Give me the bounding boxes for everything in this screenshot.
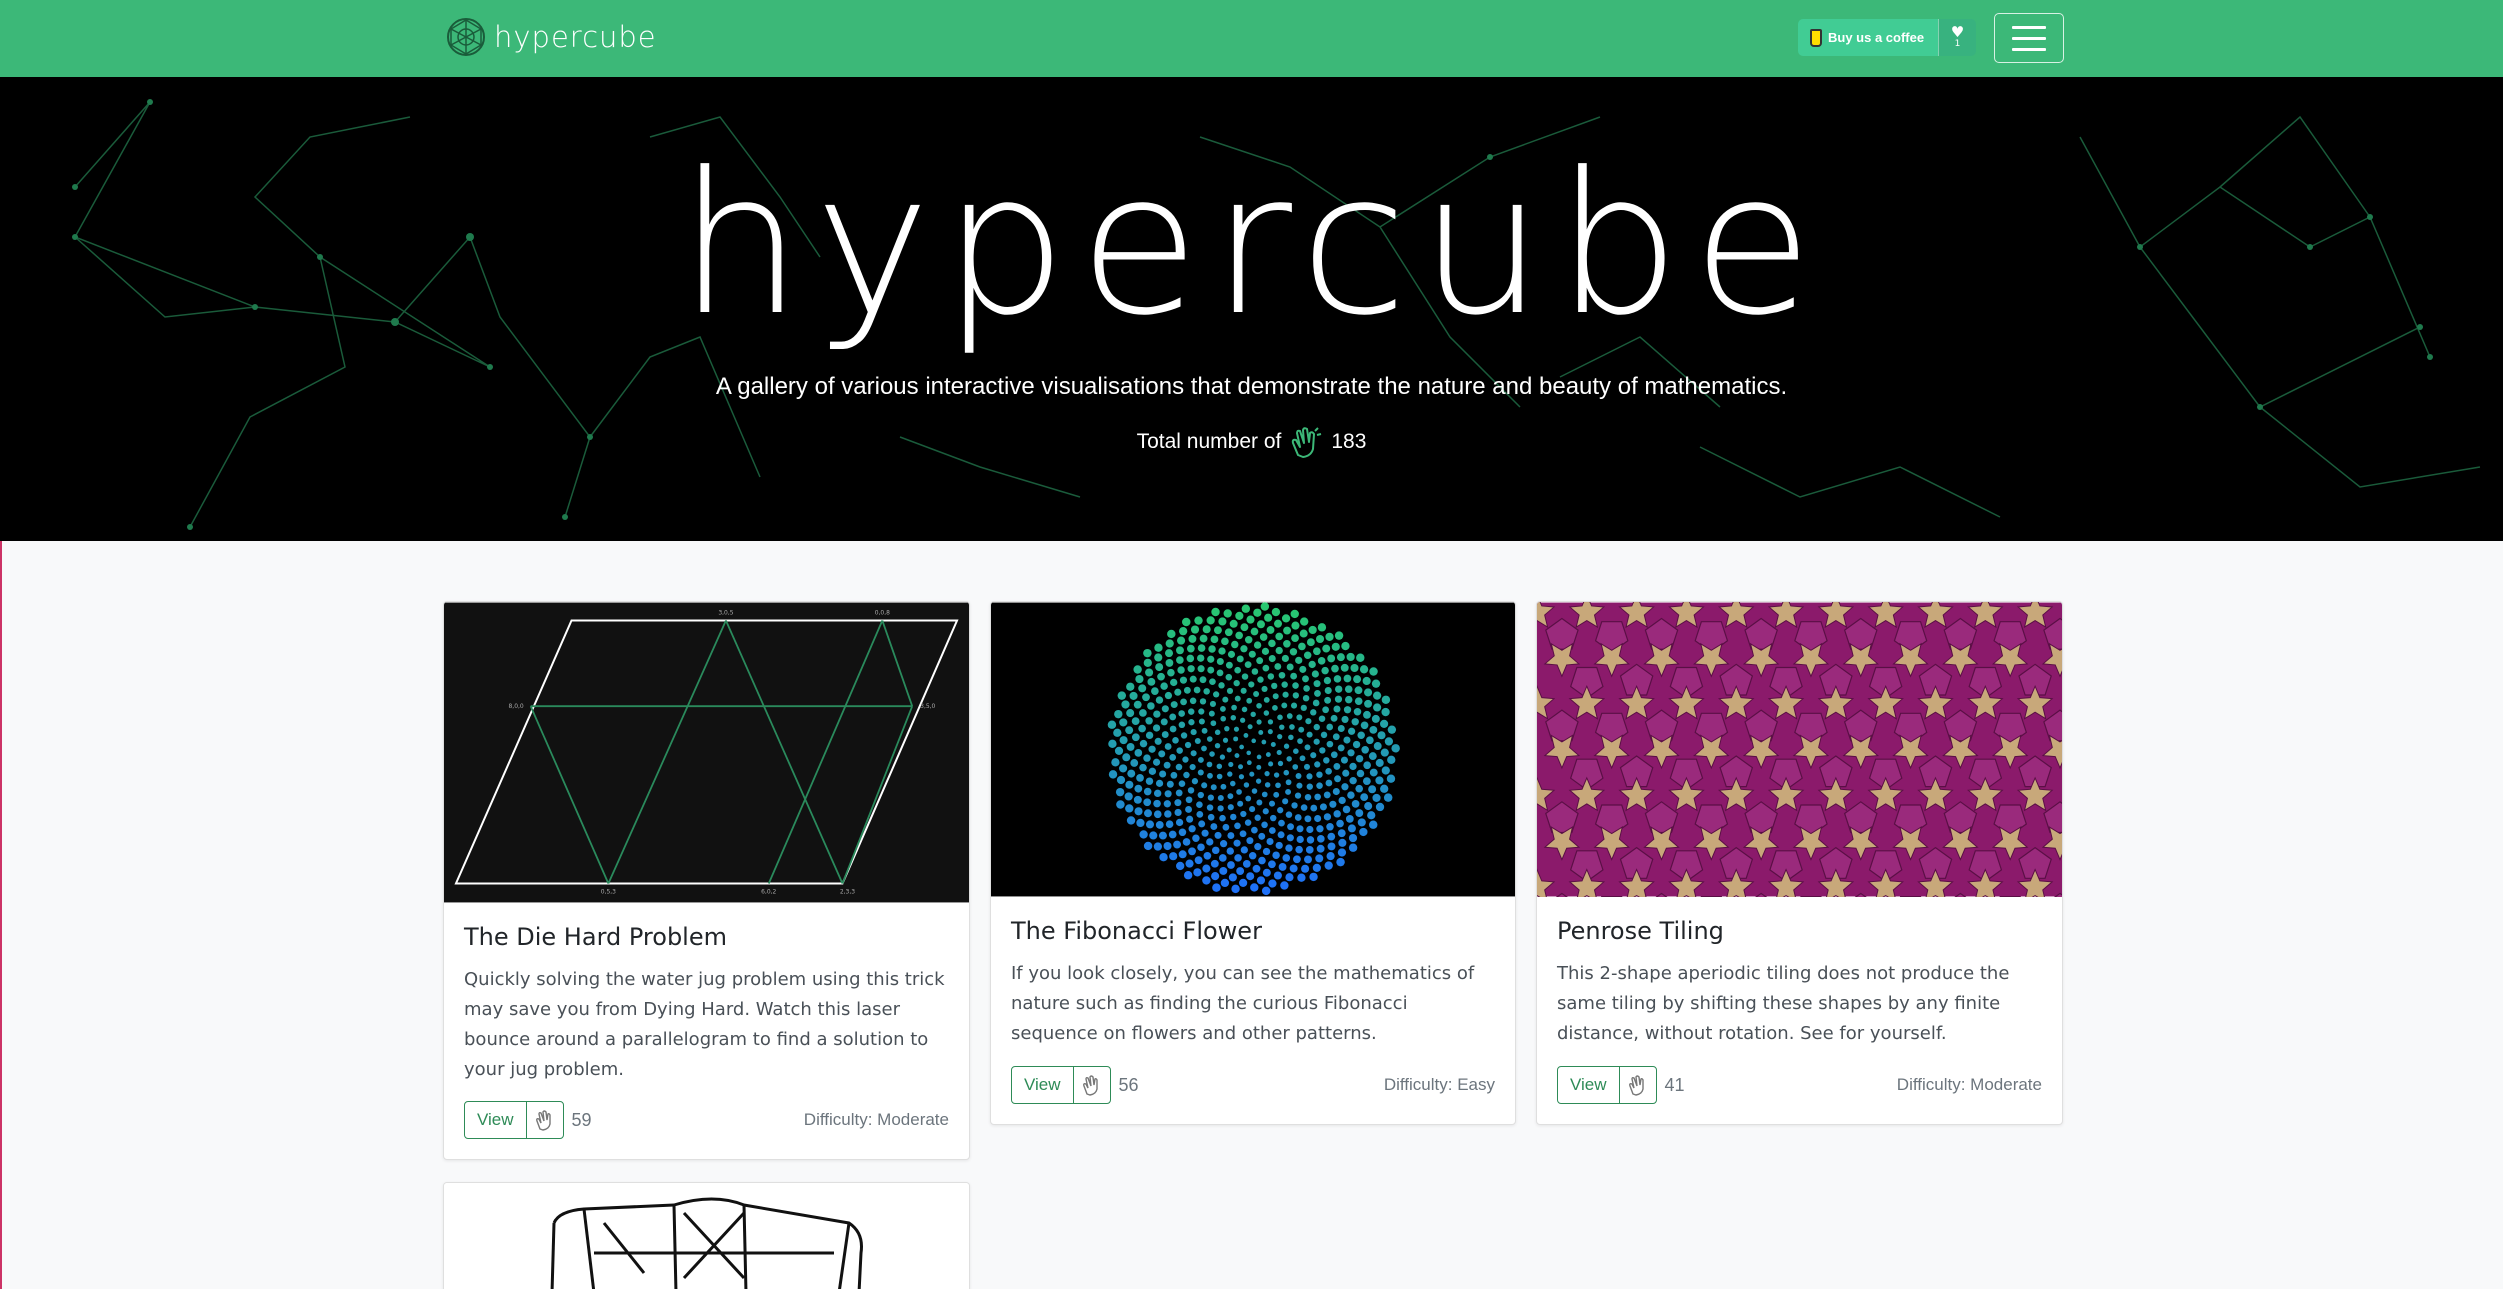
- svg-text:0,0,8: 0,0,8: [875, 610, 890, 617]
- clap-button[interactable]: [1620, 1067, 1656, 1103]
- clap-button[interactable]: [527, 1102, 563, 1138]
- view-button[interactable]: View: [465, 1102, 527, 1138]
- card-fibonacci-flower: The Fibonacci Flower If you look closely…: [990, 601, 1516, 1125]
- clap-icon: [1628, 1075, 1644, 1096]
- card-title: The Fibonacci Flower: [1011, 917, 1262, 945]
- brand-name: hypercube: [494, 20, 657, 54]
- view-button[interactable]: View: [1012, 1067, 1074, 1103]
- hero-banner: hypercube A gallery of various interacti…: [0, 77, 2503, 541]
- die-hard-thumbnail: 3,0,5 0,0,8 8,0,0 3,5,0 0,5,3 6,0,2 2,3,…: [444, 602, 969, 903]
- card-description: This 2-shape aperiodic tiling does not p…: [1557, 963, 2010, 1044]
- hamburger-icon-bar: [2012, 25, 2046, 29]
- svg-text:0,5,3: 0,5,3: [601, 888, 616, 895]
- clap-count: 41: [1664, 1074, 1685, 1095]
- penrose-tiling-thumbnail: [1537, 602, 2062, 897]
- heart-icon: ♥: [1950, 22, 1965, 41]
- hypercube-logo-icon: [447, 18, 485, 56]
- total-claps: Total number of 183: [0, 425, 2503, 459]
- card-description: Quickly solving the water jug problem us…: [464, 969, 945, 1080]
- fibonacci-flower-thumbnail: [991, 602, 1515, 897]
- card-description: If you look closely, you can see the mat…: [1011, 963, 1475, 1044]
- total-claps-value: 183: [1331, 430, 1367, 453]
- clap-icon: [1082, 1075, 1098, 1096]
- buy-coffee-button[interactable]: Buy us a coffee: [1798, 19, 1938, 56]
- card-footer: View 41 Difficulty: Moderate: [1557, 1066, 2042, 1104]
- card-action-group: View: [464, 1101, 564, 1139]
- clap-count: 56: [1118, 1074, 1139, 1095]
- svg-text:3,0,5: 3,0,5: [718, 610, 733, 617]
- hamburger-icon-bar: [2012, 36, 2046, 40]
- hero-subtitle: A gallery of various interactive visuali…: [715, 373, 1788, 400]
- card-footer: View 56 Difficulty: Easy: [1011, 1066, 1495, 1104]
- card-penrose-tiling: Penrose Tiling This 2-shape aperiodic ti…: [1536, 601, 2063, 1125]
- card-action-group: View: [1557, 1066, 1657, 1104]
- buy-coffee-widget[interactable]: Buy us a coffee ♥ 1: [1798, 19, 1976, 56]
- view-button[interactable]: View: [1558, 1067, 1620, 1103]
- clap-button[interactable]: [1074, 1067, 1110, 1103]
- total-claps-label: Total number of: [1136, 430, 1282, 453]
- clap-icon: [535, 1110, 551, 1131]
- coffee-heart-button[interactable]: ♥ 1: [1938, 19, 1976, 56]
- navbar: hypercube Buy us a coffee ♥ 1: [0, 0, 2503, 77]
- card-title: The Die Hard Problem: [464, 923, 727, 951]
- hamburger-icon-bar: [2012, 47, 2046, 51]
- svg-text:6,0,2: 6,0,2: [761, 888, 776, 895]
- clap-icon: [1292, 427, 1322, 458]
- coffee-heart-count: 1: [1954, 38, 1961, 49]
- card-hypercube-sketch: [443, 1182, 970, 1289]
- cube-sketch-thumbnail: [444, 1183, 969, 1289]
- buy-coffee-label: Buy us a coffee: [1828, 30, 1925, 45]
- card-footer: View 59 Difficulty: Moderate: [464, 1101, 949, 1139]
- clap-count: 59: [571, 1109, 592, 1130]
- coffee-cup-icon: [1810, 28, 1822, 47]
- card-title: Penrose Tiling: [1557, 917, 1724, 945]
- hero-title: hypercube: [678, 131, 1825, 359]
- brand-link[interactable]: hypercube: [446, 16, 657, 58]
- difficulty-label: Difficulty: Easy: [1383, 1075, 1495, 1094]
- difficulty-label: Difficulty: Moderate: [1896, 1075, 2042, 1094]
- svg-text:8,0,0: 8,0,0: [509, 703, 524, 710]
- difficulty-label: Difficulty: Moderate: [803, 1110, 949, 1129]
- navbar-toggle-button[interactable]: [1994, 13, 2064, 63]
- svg-text:3,5,0: 3,5,0: [920, 703, 935, 710]
- card-die-hard: 3,0,5 0,0,8 8,0,0 3,5,0 0,5,3 6,0,2 2,3,…: [443, 601, 970, 1160]
- svg-text:2,3,3: 2,3,3: [840, 888, 855, 895]
- card-action-group: View: [1011, 1066, 1111, 1104]
